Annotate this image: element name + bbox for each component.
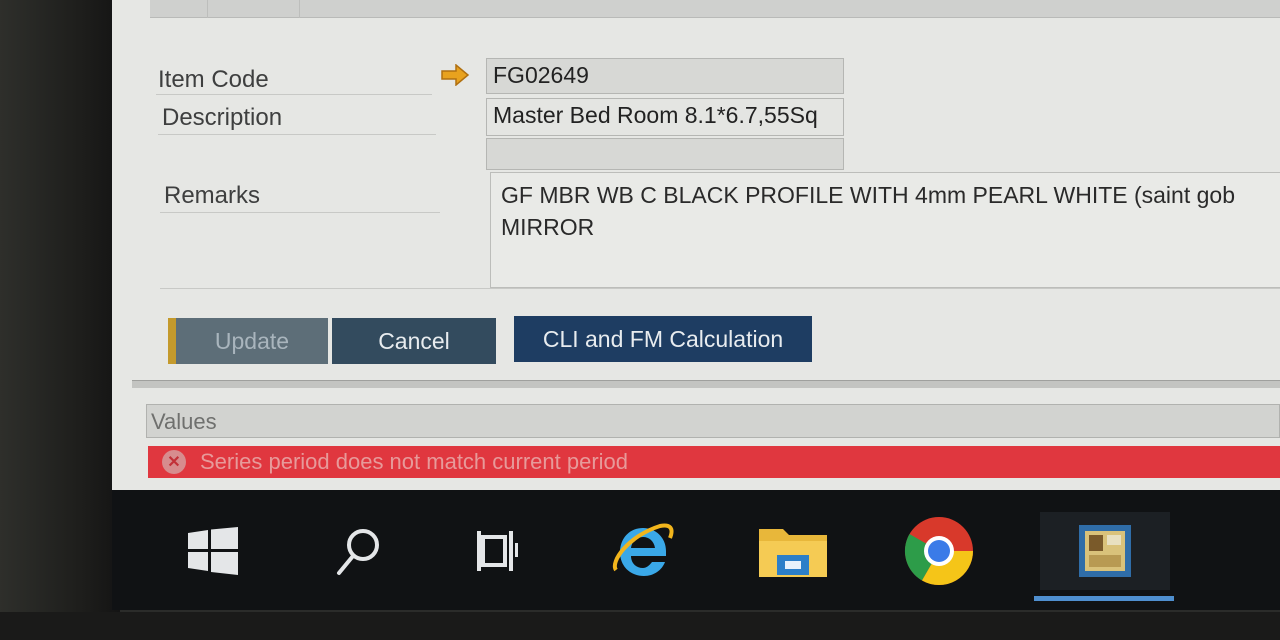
- section-divider: [160, 288, 1280, 289]
- toolbar-segment: [150, 0, 208, 18]
- arrow-right-icon: [441, 64, 470, 86]
- erp-app-icon[interactable]: [1040, 512, 1170, 590]
- monitor-bezel-bottom: [0, 612, 1280, 640]
- extra-field-input[interactable]: [486, 138, 844, 170]
- label-underline: [158, 134, 436, 135]
- task-view-icon[interactable]: [452, 512, 542, 590]
- top-toolbar-strip: [150, 0, 1280, 18]
- item-code-label: Item Code: [158, 66, 269, 93]
- windows-taskbar: [112, 490, 1280, 610]
- cancel-button[interactable]: Cancel: [332, 318, 496, 364]
- description-input[interactable]: Master Bed Room 8.1*6.7,55Sq: [486, 98, 844, 136]
- item-form-window: Item Code FG02649 Description Master Bed…: [112, 0, 1280, 490]
- values-bar[interactable]: Values: [146, 404, 1280, 438]
- file-explorer-icon[interactable]: [748, 512, 838, 590]
- update-button[interactable]: Update: [168, 318, 328, 364]
- active-app-indicator: [1034, 596, 1174, 601]
- remarks-line: GF MBR WB C BLACK PROFILE WITH 4mm PEARL…: [501, 182, 1235, 208]
- monitor-bezel-left: [0, 0, 120, 640]
- chrome-icon[interactable]: [894, 512, 984, 590]
- description-label: Description: [162, 104, 283, 131]
- error-close-icon[interactable]: ✕: [162, 450, 186, 474]
- remarks-line: MIRROR: [501, 214, 595, 240]
- search-icon[interactable]: [314, 512, 404, 590]
- cli-fm-calculation-button[interactable]: CLI and FM Calculation: [514, 316, 812, 362]
- label-underline: [156, 94, 432, 95]
- windows-start-icon[interactable]: [168, 512, 258, 590]
- error-message-bar: ✕ Series period does not match current p…: [148, 446, 1280, 478]
- remarks-textarea[interactable]: GF MBR WB C BLACK PROFILE WITH 4mm PEARL…: [490, 172, 1280, 288]
- screen: Item Code FG02649 Description Master Bed…: [112, 0, 1280, 610]
- error-message-text: Series period does not match current per…: [200, 449, 629, 474]
- internet-explorer-icon[interactable]: [598, 512, 688, 590]
- toolbar-segment: [208, 0, 300, 18]
- item-code-input[interactable]: FG02649: [486, 58, 844, 94]
- values-label: Values: [151, 409, 217, 434]
- label-underline: [160, 212, 440, 213]
- remarks-label: Remarks: [164, 182, 261, 209]
- panel-divider: [132, 380, 1280, 388]
